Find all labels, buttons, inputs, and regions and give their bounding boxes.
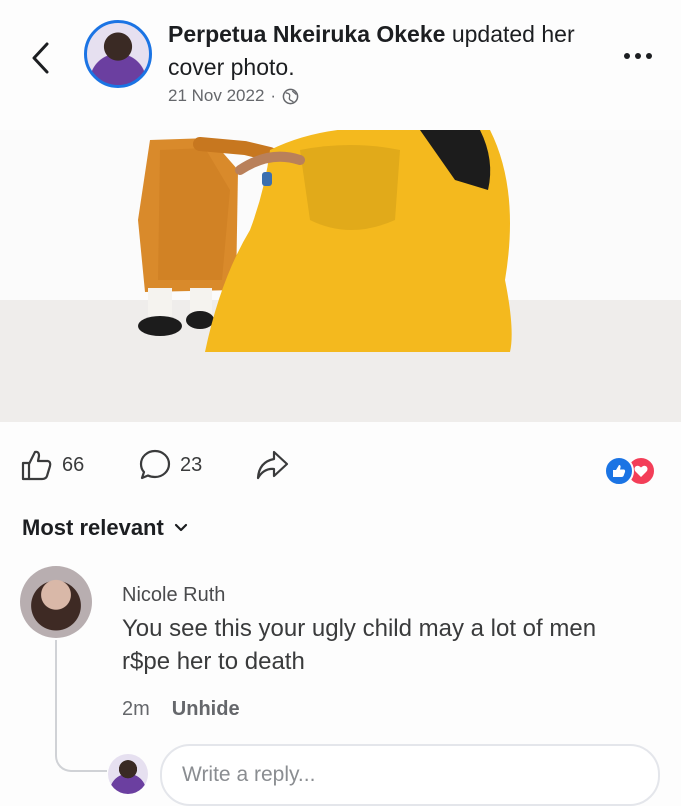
cover-photo[interactable] [0,130,681,422]
chevron-down-icon [174,523,187,532]
share-button[interactable] [254,448,290,482]
author-name[interactable]: Perpetua Nkeiruka Okeke [168,21,445,47]
back-button[interactable] [24,38,56,78]
post-date[interactable]: 21 Nov 2022 [168,86,264,106]
more-options-button[interactable] [618,44,658,68]
meta-separator: · [270,86,277,105]
post-title: Perpetua Nkeiruka Okeke updated her cove… [168,18,598,84]
commenter-name[interactable]: Nicole Ruth [122,584,225,607]
like-button[interactable]: 66 [20,448,84,482]
comment-count: 23 [180,453,203,476]
reaction-summary[interactable] [604,456,662,486]
cover-photo-image [0,130,681,422]
more-dot-icon [624,53,630,59]
comment-time: 2m [122,698,150,720]
like-reaction-icon [604,456,634,486]
like-count: 66 [62,453,85,476]
reply-input[interactable]: Write a reply... [160,744,660,806]
post-header: Perpetua Nkeiruka Okeke updated her cove… [0,0,681,130]
unhide-button[interactable]: Unhide [172,698,240,721]
globe-icon [282,88,299,104]
post-action-bar: 66 23 [0,440,681,496]
reply-user-avatar [108,754,148,794]
chevron-left-icon [32,42,49,74]
comment-actions: 2m Unhide [122,698,240,721]
comment-text: You see this your ugly child may a lot o… [122,615,597,675]
sort-label: Most relevant [22,515,164,540]
share-arrow-icon [256,450,289,480]
commenter-avatar[interactable] [20,566,92,638]
comment-button[interactable]: 23 [138,448,202,482]
comment-bubble-icon [139,449,171,480]
post-meta: 21 Nov 2022 · [168,86,299,106]
reply-placeholder: Write a reply... [182,763,316,786]
author-avatar[interactable] [84,20,152,88]
reply-thread-line [55,640,107,772]
more-dot-icon [646,53,652,59]
more-dot-icon [635,53,641,59]
comment-sort-dropdown[interactable]: Most relevant [22,515,188,541]
thumbs-up-icon [21,450,52,481]
